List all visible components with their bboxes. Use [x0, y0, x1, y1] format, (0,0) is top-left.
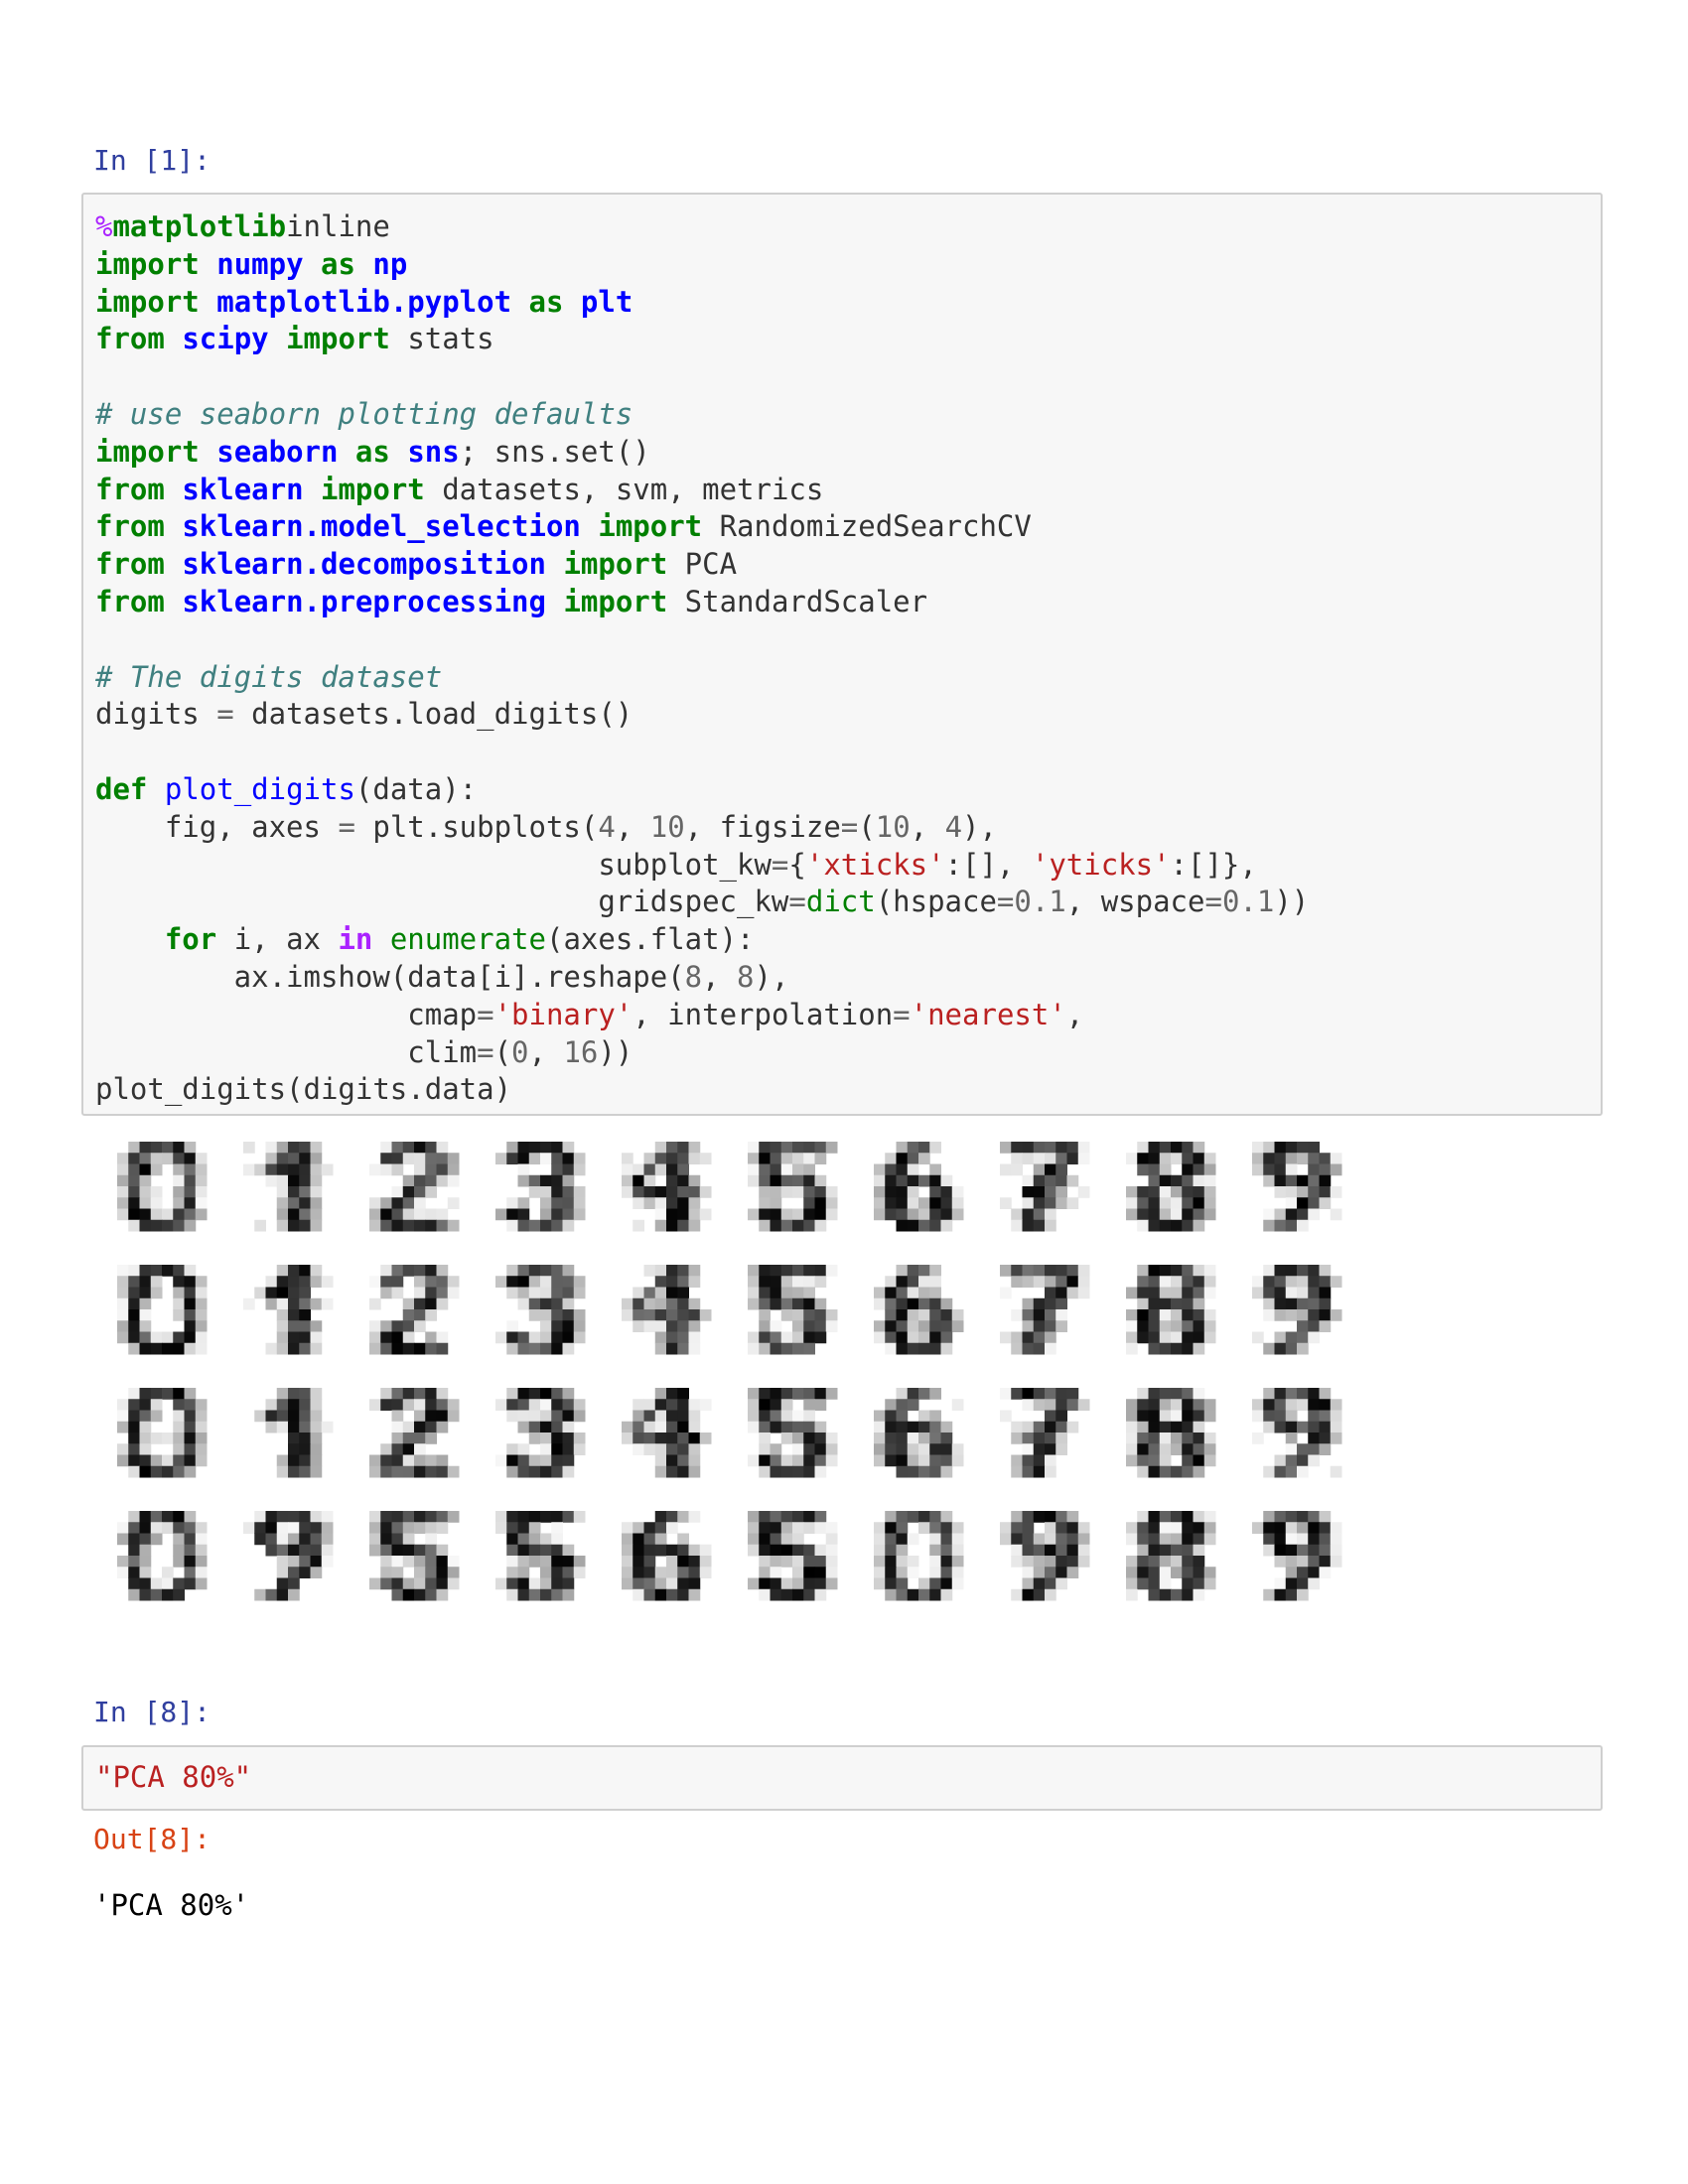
digit-thumbnail-1: [243, 1265, 334, 1355]
code-cell-8[interactable]: "PCA 80%": [81, 1745, 1603, 1811]
code-line: plot_digits(digits.data): [95, 1072, 512, 1107]
digit-thumbnail-9: [1252, 1388, 1342, 1478]
code-line: gridspec_kw=dict(hspace=0.1, wspace=0.1)…: [95, 885, 1310, 919]
code-line: import numpy as np: [95, 246, 408, 281]
code-line: ax.imshow(data[i].reshape(8, 8),: [95, 959, 789, 994]
code-line: for i, ax in enumerate(axes.flat):: [164, 922, 755, 957]
code-line: clim=(0, 16)): [95, 1034, 633, 1069]
digit-thumbnail-3: [495, 1142, 586, 1232]
digit-thumbnail-5: [748, 1388, 838, 1478]
digit-thumbnail-1: [254, 1388, 334, 1478]
digit-thumbnail-7: [1000, 1142, 1090, 1232]
digit-thumbnail-8: [1126, 1142, 1216, 1232]
code-line: %matplotlibinline: [95, 209, 390, 243]
code-line: def plot_digits(data):: [95, 771, 478, 806]
digit-thumbnail-9: [1000, 1511, 1090, 1601]
digit-thumbnail-9: [1252, 1265, 1342, 1355]
digit-thumbnail-9: [1252, 1142, 1342, 1232]
digit-thumbnail-5: [748, 1142, 838, 1232]
code-line: # use seaborn plotting defaults: [95, 396, 633, 431]
input-prompt-8: In [8]:: [93, 1696, 211, 1728]
code-line: # The digits dataset: [95, 659, 443, 694]
output-text: 'PCA 80%': [93, 1888, 250, 1922]
digit-thumbnail-3: [495, 1265, 586, 1355]
digit-thumbnail-7: [1000, 1265, 1090, 1355]
digit-thumbnail-8: [1126, 1265, 1216, 1355]
digit-thumbnail-2: [369, 1142, 460, 1232]
code-line: from sklearn.model_selection import Rand…: [95, 509, 1032, 544]
digit-thumbnail-5: [495, 1511, 586, 1601]
digit-thumbnail-7: [1000, 1388, 1090, 1478]
digit-thumbnail-2: [369, 1265, 460, 1355]
code-line: import seaborn as sns; sns.set(): [95, 434, 650, 469]
input-prompt-1: In [1]:: [93, 144, 211, 177]
digit-thumbnail-5: [369, 1511, 460, 1601]
digit-thumbnail-0: [117, 1388, 208, 1478]
digit-thumbnail-9: [243, 1511, 334, 1601]
output-prompt-8: Out[8]:: [93, 1823, 211, 1855]
code-line: from sklearn import datasets, svm, metri…: [95, 472, 824, 506]
digit-thumbnail-2: [369, 1388, 460, 1478]
digit-thumbnail-6: [874, 1142, 964, 1232]
code-line: digits = datasets.load_digits(): [95, 697, 633, 732]
digit-thumbnail-8: [1126, 1511, 1216, 1601]
digit-thumbnail-5: [748, 1265, 838, 1355]
digit-thumbnail-6: [874, 1388, 964, 1478]
digit-thumbnail-4: [622, 1388, 712, 1478]
code-line: import matplotlib.pyplot as plt: [95, 284, 633, 319]
digit-thumbnail-9: [1252, 1511, 1342, 1601]
digits-figure: [117, 1142, 1342, 1601]
code-line: from scipy import stats: [95, 322, 494, 356]
digit-thumbnail-0: [117, 1142, 208, 1232]
digit-thumbnail-6: [622, 1511, 712, 1601]
digit-thumbnail-0: [117, 1265, 208, 1355]
digit-thumbnail-8: [1126, 1388, 1216, 1478]
code-cell-1[interactable]: %matplotlibinline import numpy as np impor…: [81, 193, 1603, 1116]
code-line: from sklearn.decomposition import PCA: [95, 547, 738, 582]
code-editor[interactable]: %matplotlibinline import numpy as np impor…: [83, 195, 1601, 1109]
digit-thumbnail-1: [243, 1142, 334, 1232]
digit-thumbnail-4: [622, 1142, 712, 1232]
code-line: fig, axes = plt.subplots(4, 10, figsize=…: [95, 809, 997, 844]
digit-thumbnail-0: [117, 1511, 208, 1601]
code-line: from sklearn.preprocessing import Standa…: [95, 584, 928, 618]
digit-thumbnail-4: [622, 1265, 712, 1355]
digit-thumbnail-5: [748, 1511, 838, 1601]
code-line: cmap='binary', interpolation='nearest',: [95, 997, 1084, 1031]
code-line: "PCA 80%": [95, 1760, 252, 1794]
code-line: subplot_kw={'xticks':[], 'yticks':[]},: [95, 847, 1257, 882]
digit-thumbnail-6: [874, 1265, 964, 1355]
digit-thumbnail-3: [495, 1388, 586, 1478]
code-editor[interactable]: "PCA 80%": [83, 1747, 1601, 1797]
digit-thumbnail-0: [874, 1511, 964, 1601]
